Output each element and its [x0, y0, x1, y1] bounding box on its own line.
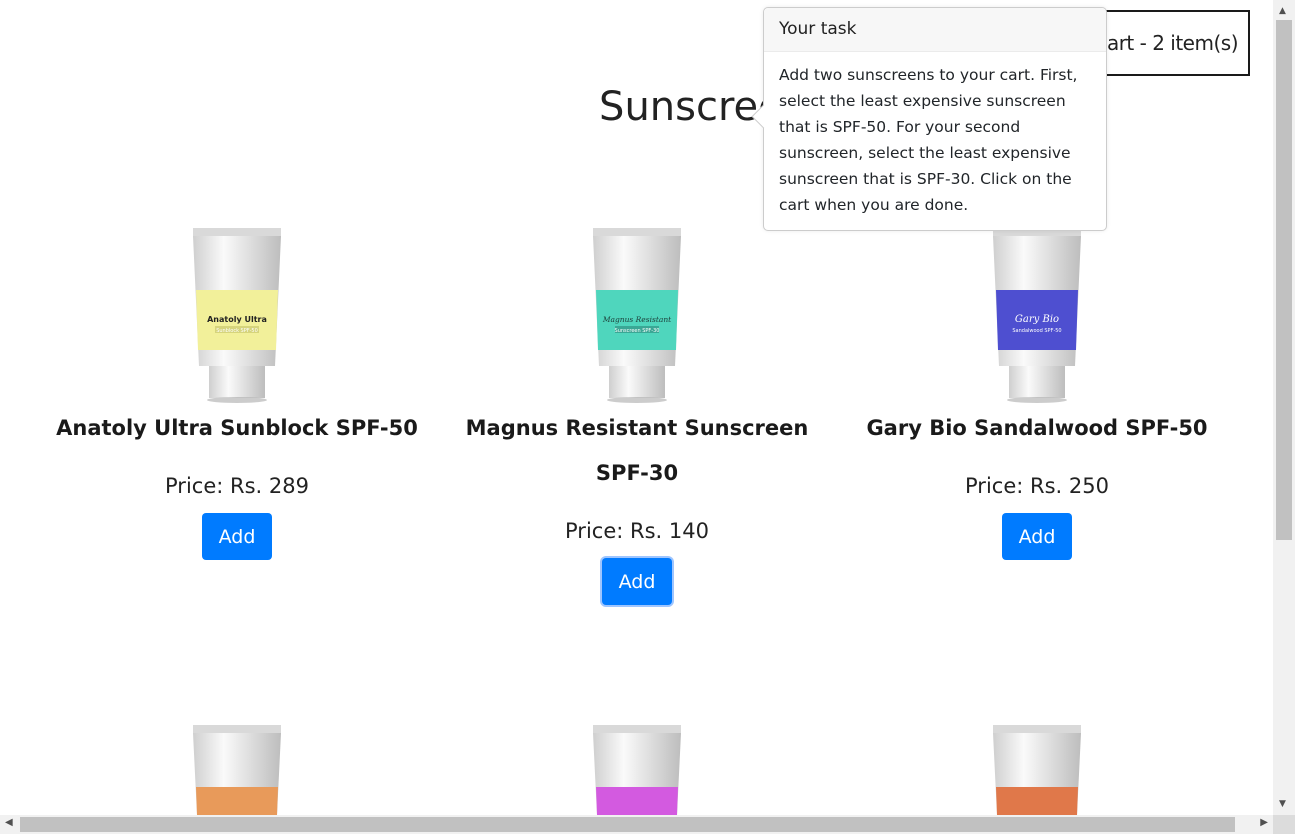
page: Cart - 2 item(s) Sunscreens i Your task … [0, 0, 1273, 815]
tube-label-line2: Sunscreen SPF-30 [615, 328, 660, 334]
tube-label-line1: Magnus Resistant [602, 315, 672, 324]
product-price: Price: Rs. 289 [165, 474, 309, 498]
tube-label-line1: Gary Bio [1015, 314, 1059, 325]
product-price: Price: Rs. 140 [565, 519, 709, 543]
sunscreen-tube-image [593, 725, 681, 815]
scrollbar-corner [1273, 815, 1295, 834]
product-price: Price: Rs. 250 [965, 474, 1109, 498]
horizontal-scrollbar[interactable]: ◀ ▶ [0, 815, 1273, 834]
product-name: Gary Bio Sandalwood SPF-50 [866, 416, 1208, 440]
product-card: Anatoly Ultra Sunblock SPF-50 Anatoly Ul… [37, 228, 437, 560]
add-button[interactable]: Add [1002, 513, 1072, 560]
product-card: Magnus Resistant Sunscreen SPF-30 Magnus… [437, 228, 837, 605]
product-name: Anatoly Ultra Sunblock SPF-50 [56, 416, 418, 440]
scroll-left-icon[interactable]: ◀ [5, 817, 13, 828]
sunscreen-tube-image [193, 725, 281, 815]
scroll-up-icon[interactable]: ▲ [1279, 6, 1286, 16]
vertical-scrollbar[interactable]: ▲ ▼ [1273, 0, 1295, 815]
vertical-scrollbar-thumb[interactable] [1276, 20, 1292, 540]
sunscreen-tube-image: Magnus Resistant Sunscreen SPF-30 [593, 228, 681, 403]
sunscreen-tube-image [993, 725, 1081, 815]
scroll-down-icon[interactable]: ▼ [1279, 799, 1286, 809]
scroll-right-icon[interactable]: ▶ [1260, 817, 1268, 828]
add-button[interactable]: Add [602, 558, 672, 605]
popover-body: Add two sunscreens to your cart. First, … [779, 66, 1078, 214]
popover-header: Your task [764, 8, 1106, 52]
product-name: Magnus Resistant Sunscreen SPF-30 [465, 416, 809, 485]
sunscreen-tube-image: Gary Bio Sandalwood SPF-50 [993, 228, 1081, 403]
horizontal-scrollbar-thumb[interactable] [20, 817, 1235, 832]
sunscreen-tube-image: Anatoly Ultra Sunblock SPF-50 [193, 228, 281, 403]
tube-label-line2: Sunblock SPF-50 [216, 328, 258, 334]
product-card: Gary Bio Sandalwood SPF-50 Gary Bio Sand… [837, 228, 1237, 560]
tube-label-line2: Sandalwood SPF-50 [1012, 328, 1061, 334]
tube-label-line1: Anatoly Ultra [207, 315, 267, 324]
add-button[interactable]: Add [202, 513, 272, 560]
task-popover: Your task Add two sunscreens to your car… [751, 7, 1107, 231]
